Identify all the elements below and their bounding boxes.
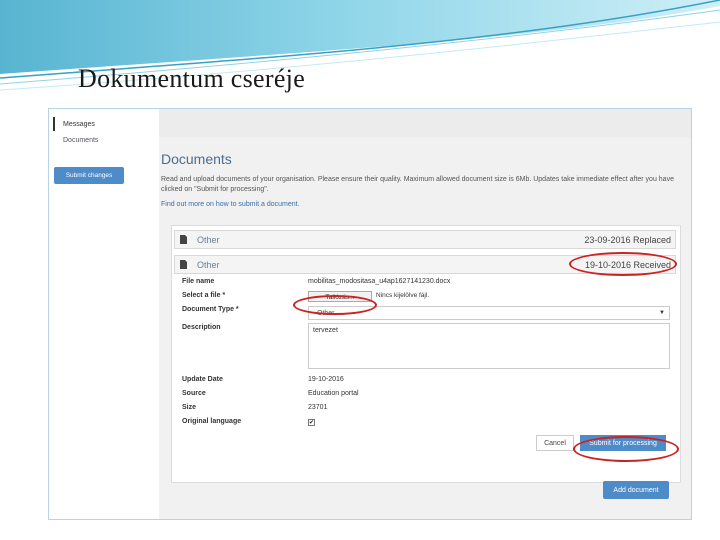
document-title: Other	[197, 260, 220, 270]
document-type-label: Document Type *	[182, 306, 239, 313]
document-type-select[interactable]: Other ▼	[308, 306, 670, 320]
document-title: Other	[197, 235, 220, 245]
original-language-label: Original language	[182, 418, 242, 425]
content-area: Documents Read and upload documents of y…	[159, 137, 691, 519]
size-value: 23701	[308, 404, 328, 411]
description-label: Description	[182, 324, 221, 331]
left-sidebar: Messages Documents Submit changes	[49, 109, 159, 519]
file-name-link[interactable]: mobilitas_modositasa_u4ap1627141230.docx	[308, 278, 450, 285]
chevron-down-icon: ▼	[659, 310, 665, 316]
update-date-value: 19-10-2016	[308, 376, 344, 383]
document-row-received[interactable]: Other 19-10-2016 Received	[174, 255, 676, 274]
file-icon	[180, 260, 187, 269]
size-label: Size	[182, 404, 197, 411]
document-row-replaced[interactable]: Other 23-09-2016 Replaced	[174, 230, 676, 249]
active-indicator	[53, 117, 55, 131]
file-name-value[interactable]: mobilitas_modositasa_u4ap1627141230.docx	[308, 278, 450, 285]
add-document-button[interactable]: Add document	[603, 481, 669, 499]
slide-title: Dokumentum cseréje	[78, 64, 306, 93]
main-pane: Documents Read and upload documents of y…	[159, 109, 691, 519]
page-title: Documents	[161, 151, 232, 167]
no-file-text: Nincs kijelölve fájl.	[376, 292, 430, 299]
source-value: Education portal	[308, 390, 359, 397]
file-icon	[180, 235, 187, 244]
original-language-checkbox[interactable]: ✔	[308, 419, 315, 426]
intro-text: Read and upload documents of your organi…	[161, 176, 674, 193]
document-type-value: Other	[317, 310, 335, 317]
cancel-button[interactable]: Cancel	[536, 435, 574, 451]
documents-screenshot: Messages Documents Submit changes Docume…	[48, 108, 692, 520]
top-strip	[159, 109, 691, 137]
browse-file-button[interactable]: Tallózás...	[308, 291, 372, 302]
sidebar-item-messages[interactable]: Messages	[63, 121, 95, 128]
document-status: 19-10-2016 Received	[584, 260, 671, 270]
submit-changes-button[interactable]: Submit changes	[54, 167, 124, 184]
update-date-label: Update Date	[182, 376, 223, 383]
submit-for-processing-button[interactable]: Submit for processing	[580, 435, 666, 451]
document-status: 23-09-2016 Replaced	[584, 235, 671, 245]
select-file-label: Select a file *	[182, 292, 226, 299]
file-name-label: File name	[182, 278, 215, 285]
documents-list: Other 23-09-2016 Replaced Other 19-10-20…	[171, 225, 681, 483]
description-textarea[interactable]: tervezet	[308, 323, 670, 369]
find-out-more-link[interactable]: Find out more on how to submit a documen…	[161, 201, 300, 208]
sidebar-item-documents[interactable]: Documents	[63, 137, 98, 144]
source-label: Source	[182, 390, 206, 397]
